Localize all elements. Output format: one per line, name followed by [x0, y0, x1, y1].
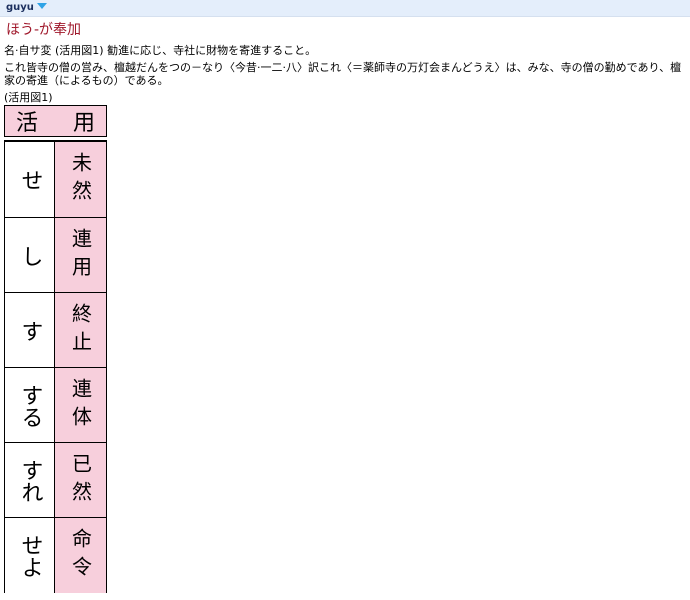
conjugation-header: 活 用: [4, 105, 107, 137]
conjugation-form: 命令: [55, 518, 106, 593]
header-right: 用: [72, 111, 95, 136]
conjugation-row: し 連用: [5, 217, 106, 293]
dictionary-selector[interactable]: guyu: [6, 1, 47, 15]
conjugation-row: せよ 命令: [5, 517, 106, 593]
conjugation-form: 未然: [55, 142, 106, 217]
conjugation-row: せ 未然: [5, 142, 106, 217]
conjugation-ending: する: [5, 368, 55, 443]
conjugation-row: す 終止: [5, 292, 106, 368]
dictionary-name: guyu: [6, 2, 34, 13]
conjugation-form: 連用: [55, 218, 106, 293]
conjugation-form: 已然: [55, 443, 106, 518]
conjugation-ending: せよ: [5, 518, 55, 593]
example-text: これ皆寺の僧の営み、檀越だんをつの－なり〈今昔·一二·八〉訳これ〈＝薬師寺の万灯…: [4, 61, 682, 87]
conjugation-form: 連体: [55, 368, 106, 443]
grammar-definition: 名·自サ変 (活用図1) 勧進に応じ、寺社に財物を寄進すること。: [4, 44, 317, 57]
conjugation-ending: せ: [5, 142, 55, 217]
figure-caption: (活用図1): [4, 91, 53, 104]
conjugation-ending: す: [5, 293, 55, 368]
conjugation-ending: し: [5, 218, 55, 293]
conjugation-form: 終止: [55, 293, 106, 368]
header-left: 活: [16, 111, 39, 136]
conjugation-row: する 連体: [5, 367, 106, 443]
headword: ほう-が奉加: [6, 22, 82, 38]
conjugation-table: 活 用 せ 未然 し 連用 す 終止 する 連体 すれ 已然 せよ 命令: [4, 105, 107, 593]
dictionary-bar: guyu: [0, 0, 690, 17]
conjugation-ending: すれ: [5, 443, 55, 518]
conjugation-rows: せ 未然 し 連用 す 終止 する 連体 すれ 已然 せよ 命令: [4, 140, 107, 593]
chevron-down-icon: [36, 3, 47, 9]
conjugation-row: すれ 已然: [5, 442, 106, 518]
